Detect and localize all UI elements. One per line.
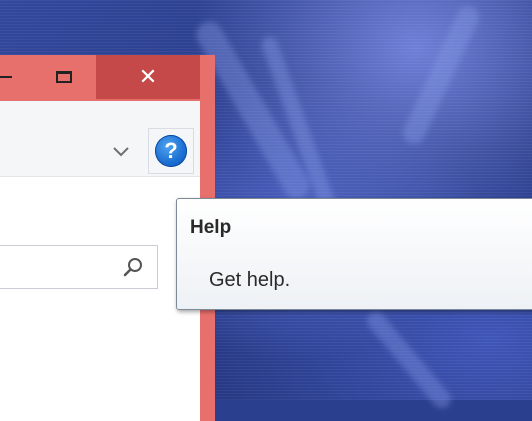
- help-icon: ?: [155, 135, 187, 167]
- restore-icon: [0, 76, 12, 78]
- close-icon: ✕: [138, 64, 158, 89]
- search-icon[interactable]: [122, 256, 144, 278]
- restore-button[interactable]: [0, 55, 26, 99]
- close-button[interactable]: ✕: [96, 55, 200, 99]
- maximize-button[interactable]: [42, 55, 86, 99]
- ribbon-bar: ?: [0, 101, 200, 177]
- help-tooltip: Help Get help.: [176, 198, 532, 310]
- wallpaper-streak: [399, 2, 483, 148]
- help-button[interactable]: ?: [148, 128, 194, 174]
- chevron-down-icon-svg: [113, 147, 129, 157]
- wallpaper-streak: [363, 308, 455, 412]
- title-bar: ✕: [0, 55, 215, 100]
- tooltip-body: Get help.: [209, 269, 291, 291]
- window-content: ?: [0, 101, 200, 421]
- tooltip-title: Help: [190, 217, 232, 238]
- search-input[interactable]: [0, 245, 158, 289]
- maximize-icon: [56, 71, 72, 83]
- chevron-down-icon[interactable]: [110, 142, 132, 160]
